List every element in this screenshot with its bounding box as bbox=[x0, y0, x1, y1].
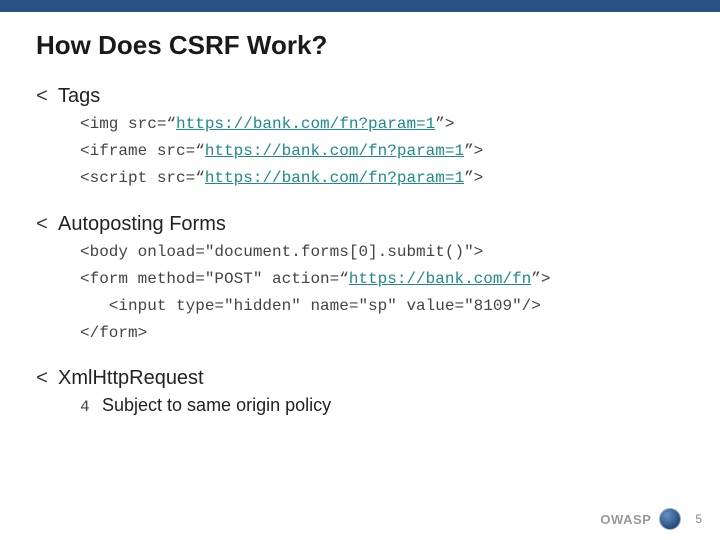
bullet-label: Autoposting Forms bbox=[58, 213, 226, 236]
slide-footer: OWASP 5 bbox=[600, 508, 702, 530]
code-text: <iframe src=“ bbox=[80, 142, 205, 160]
slide-content: < Tags <img src=“https://bank.com/fn?par… bbox=[0, 61, 720, 416]
code-line-formclose: </form> bbox=[80, 322, 684, 345]
code-text: <img src=“ bbox=[80, 115, 176, 133]
code-text: <form method="POST" action=“ bbox=[80, 270, 349, 288]
code-url: https://bank.com/fn?param=1 bbox=[205, 142, 464, 160]
bullet-tags: < Tags bbox=[36, 85, 684, 109]
code-line-iframe: <iframe src=“https://bank.com/fn?param=1… bbox=[80, 140, 684, 163]
bullet-autoposting: < Autoposting Forms bbox=[36, 213, 684, 237]
subbullet-xhr: 4 Subject to same origin policy bbox=[80, 395, 684, 416]
bullet-xhr: < XmlHttpRequest bbox=[36, 367, 684, 391]
brand-label: OWASP bbox=[600, 512, 651, 527]
bullet-label: Tags bbox=[58, 85, 100, 108]
owasp-logo-icon bbox=[659, 508, 681, 530]
code-text: ”> bbox=[435, 115, 454, 133]
page-number: 5 bbox=[695, 512, 702, 526]
code-text: ”> bbox=[464, 169, 483, 187]
code-url: https://bank.com/fn?param=1 bbox=[176, 115, 435, 133]
code-line-script: <script src=“https://bank.com/fn?param=1… bbox=[80, 167, 684, 190]
code-text: <script src=“ bbox=[80, 169, 205, 187]
code-url: https://bank.com/fn?param=1 bbox=[205, 169, 464, 187]
subbullet-marker: 4 bbox=[80, 398, 102, 416]
slide-title: How Does CSRF Work? bbox=[0, 12, 720, 61]
bullet-marker: < bbox=[36, 368, 58, 391]
bullet-label: XmlHttpRequest bbox=[58, 367, 204, 390]
code-line-input: <input type="hidden" name="sp" value="81… bbox=[80, 295, 684, 318]
code-text: ”> bbox=[464, 142, 483, 160]
bullet-marker: < bbox=[36, 214, 58, 237]
code-text: ”> bbox=[531, 270, 550, 288]
bullet-marker: < bbox=[36, 86, 58, 109]
code-line-form: <form method="POST" action=“https://bank… bbox=[80, 268, 684, 291]
code-line-body: <body onload="document.forms[0].submit()… bbox=[80, 241, 684, 264]
top-bar bbox=[0, 0, 720, 12]
code-url: https://bank.com/fn bbox=[349, 270, 531, 288]
slide: How Does CSRF Work? < Tags <img src=“htt… bbox=[0, 0, 720, 540]
code-line-img: <img src=“https://bank.com/fn?param=1”> bbox=[80, 113, 684, 136]
subbullet-label: Subject to same origin policy bbox=[102, 395, 331, 416]
